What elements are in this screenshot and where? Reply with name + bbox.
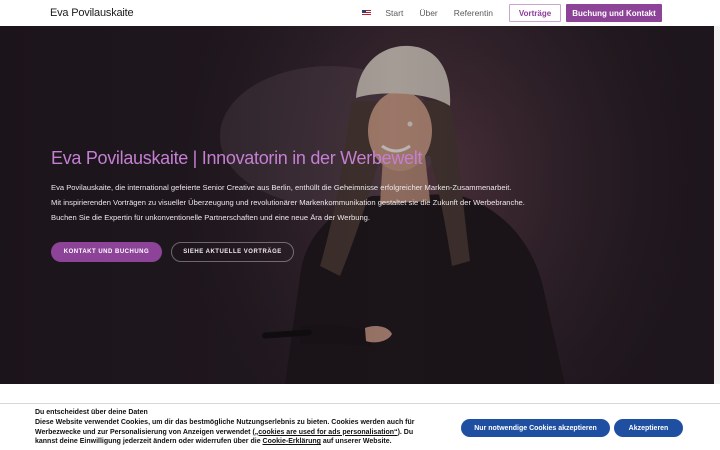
nav-link-ueber[interactable]: Über <box>419 8 437 18</box>
ads-personalisation-link[interactable]: „cookies are used for ads personalisatio… <box>255 429 398 436</box>
hero-line: Buchen Sie die Expertin für unkonvention… <box>51 213 371 222</box>
accept-cookies-button[interactable]: Akzeptieren <box>614 419 683 437</box>
us-flag-icon[interactable] <box>362 10 372 16</box>
nav-link-start[interactable]: Start <box>385 8 403 18</box>
hero-description: Eva Povilauskaite, die international gef… <box>51 180 581 225</box>
necessary-cookies-button[interactable]: Nur notwendige Cookies akzeptieren <box>461 419 610 437</box>
cookie-banner: Du entscheidest über deine Daten Diese W… <box>0 403 720 450</box>
current-talks-button[interactable]: SIEHE AKTUELLE VORTRÄGE <box>171 242 294 262</box>
cookie-declaration-link[interactable]: Cookie-Erklärung <box>263 438 321 445</box>
hero-line: Eva Povilauskaite, die international gef… <box>51 183 512 192</box>
booking-contact-button[interactable]: Buchung und Kontakt <box>566 4 662 22</box>
hero-line: Mit inspirierenden Vorträgen zu visuelle… <box>51 198 525 207</box>
page-scrollbar[interactable] <box>714 26 720 384</box>
cookie-text: Diese Website verwendet Cookies, um dir … <box>35 419 415 445</box>
hero-section: Eva Povilauskaite | Innovatorin in der W… <box>0 26 714 384</box>
main-nav: Start Über Referentin Vorträge Buchung u… <box>362 4 662 22</box>
nav-link-referentin[interactable]: Referentin <box>454 8 493 18</box>
cookie-title: Du entscheidest über deine Daten <box>35 409 148 416</box>
hero-title: Eva Povilauskaite | Innovatorin in der W… <box>51 148 423 168</box>
contact-booking-button[interactable]: KONTAKT UND BUCHUNG <box>51 242 162 262</box>
site-header: Eva Povilauskaite Start Über Referentin … <box>0 0 720 26</box>
talks-button[interactable]: Vorträge <box>509 4 561 22</box>
site-logo[interactable]: Eva Povilauskaite <box>50 7 134 19</box>
